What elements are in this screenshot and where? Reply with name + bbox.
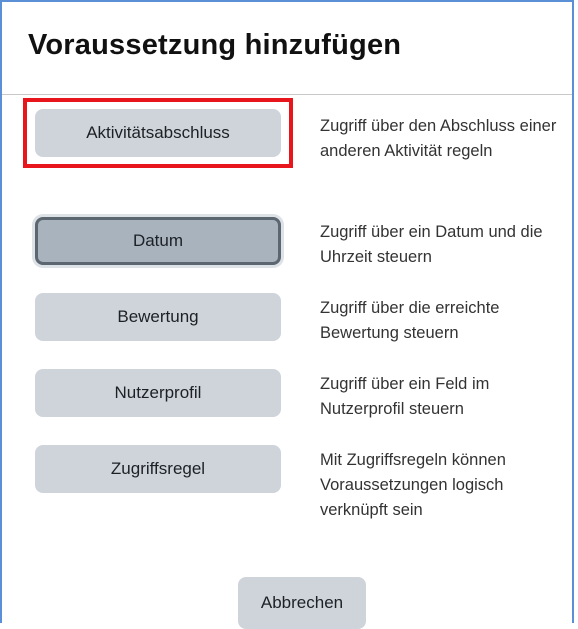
grade-description: Zugriff über die erreichte Bewertung ste… <box>320 299 500 342</box>
grade-button[interactable]: Bewertung <box>35 293 281 341</box>
restriction-set-button[interactable]: Zugriffsregel <box>35 445 281 493</box>
activity-completion-description: Zugriff über den Abschluss einer anderen… <box>320 117 557 160</box>
activity-completion-button[interactable]: Aktivitätsabschluss <box>35 109 281 157</box>
date-button[interactable]: Datum <box>35 217 281 265</box>
restriction-set-description: Mit Zugriffsregeln können Voraussetzunge… <box>320 451 506 519</box>
user-profile-button[interactable]: Nutzerprofil <box>35 369 281 417</box>
add-restriction-dialog: Voraussetzung hinzufügen Aktivitätsabsch… <box>0 0 574 629</box>
dialog-title: Voraussetzung hinzufügen <box>28 29 402 61</box>
cancel-button[interactable]: Abbrechen <box>238 577 366 629</box>
dialog-header: Voraussetzung hinzufügen <box>2 2 572 95</box>
date-description: Zugriff über ein Datum und die Uhrzeit s… <box>320 223 543 266</box>
user-profile-description: Zugriff über ein Feld im Nutzerprofil st… <box>320 375 490 418</box>
